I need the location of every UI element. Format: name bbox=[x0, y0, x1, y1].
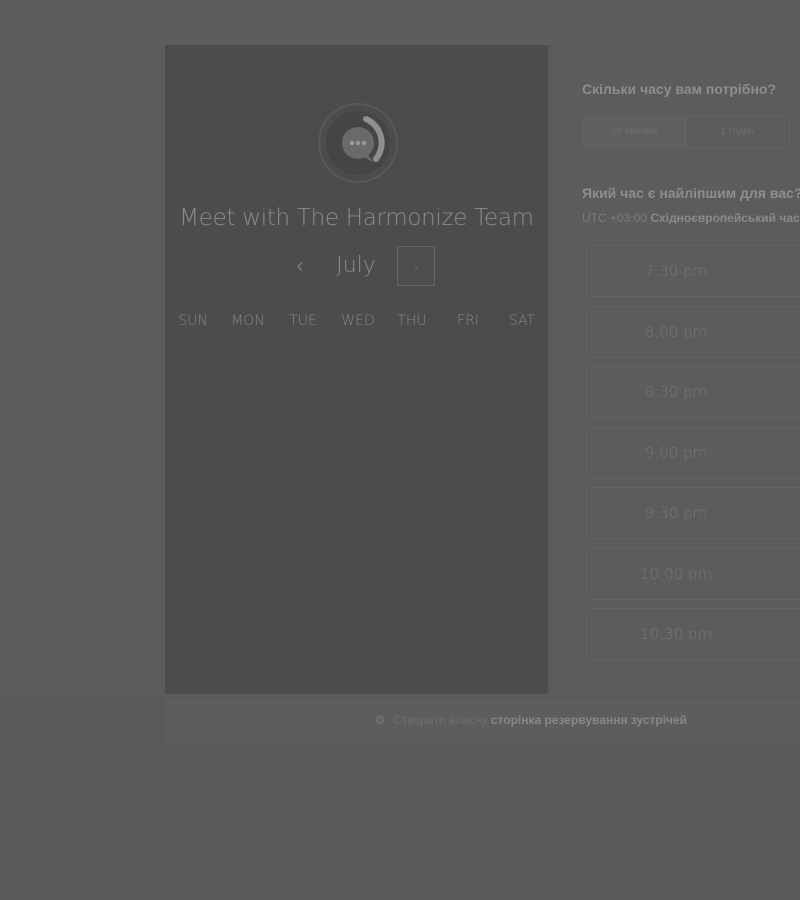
timezone-offset: UTC +03:00 bbox=[582, 211, 648, 225]
duration-option-30min[interactable]: 30 хвилин bbox=[583, 117, 686, 147]
calendar-panel: Meet with The Harmonize Team ‹ July › SU… bbox=[165, 45, 548, 694]
chevron-left-icon: ‹ bbox=[296, 255, 304, 277]
next-month-button[interactable]: › bbox=[397, 246, 435, 286]
meetings-widget: Meet with The Harmonize Team ‹ July › SU… bbox=[165, 45, 800, 747]
time-slot[interactable]: 9:30 pm bbox=[586, 487, 800, 539]
time-slot[interactable]: 10:00 pm bbox=[586, 548, 800, 600]
time-slot[interactable]: 7:30 pm bbox=[586, 245, 800, 297]
weekday-thu: THU bbox=[397, 313, 427, 329]
footer-prefix: Створити власну bbox=[393, 713, 488, 727]
left-overlay-strip-bottom bbox=[0, 698, 165, 745]
hubspot-sprocket-icon: ⚙ bbox=[375, 713, 386, 727]
time-slot[interactable]: 9:00 pm bbox=[586, 427, 800, 479]
weekday-sun: SUN bbox=[178, 313, 208, 329]
create-meetings-page-link[interactable]: сторінка резервування зустрічей bbox=[491, 713, 687, 727]
chevron-right-icon: › bbox=[413, 258, 419, 274]
footer: ⚙ Створити власну сторінка резервування … bbox=[165, 697, 800, 745]
duration-question: Скільки часу вам потрібно? bbox=[582, 81, 777, 97]
weekday-header: SUN MON TUE WED THU FRI SAT bbox=[165, 313, 548, 333]
duration-selector: 30 хвилин 1 годин bbox=[582, 116, 790, 148]
duration-option-1h[interactable]: 1 годин bbox=[686, 117, 789, 147]
left-overlay-strip bbox=[0, 45, 165, 695]
avatar bbox=[318, 103, 398, 183]
timezone-label: UTC +03:00 Східноєвропейський час bbox=[582, 211, 800, 225]
weekday-mon: MON bbox=[231, 313, 265, 329]
weekday-tue: TUE bbox=[289, 313, 317, 329]
weekday-sat: SAT bbox=[508, 313, 536, 329]
weekday-wed: WED bbox=[341, 313, 375, 329]
month-navigation: ‹ July › bbox=[165, 245, 548, 287]
top-bar bbox=[0, 0, 800, 45]
time-slot[interactable]: 8:30 pm bbox=[586, 366, 800, 418]
time-question: Який час є найліпшим для вас? bbox=[582, 185, 800, 201]
timezone-name: Східноєвропейський час bbox=[650, 211, 800, 225]
prev-month-button[interactable]: ‹ bbox=[287, 249, 313, 283]
time-slot[interactable]: 10:30 pm bbox=[586, 608, 800, 660]
month-label: July bbox=[336, 253, 376, 278]
booking-panel: Скільки часу вам потрібно? 30 хвилин 1 г… bbox=[551, 45, 800, 694]
calendar-title: Meet with The Harmonize Team bbox=[179, 205, 534, 231]
time-slot[interactable]: 8:00 pm bbox=[586, 306, 800, 358]
chat-bubble-icon bbox=[342, 116, 385, 163]
weekday-fri: FRI bbox=[457, 313, 479, 329]
